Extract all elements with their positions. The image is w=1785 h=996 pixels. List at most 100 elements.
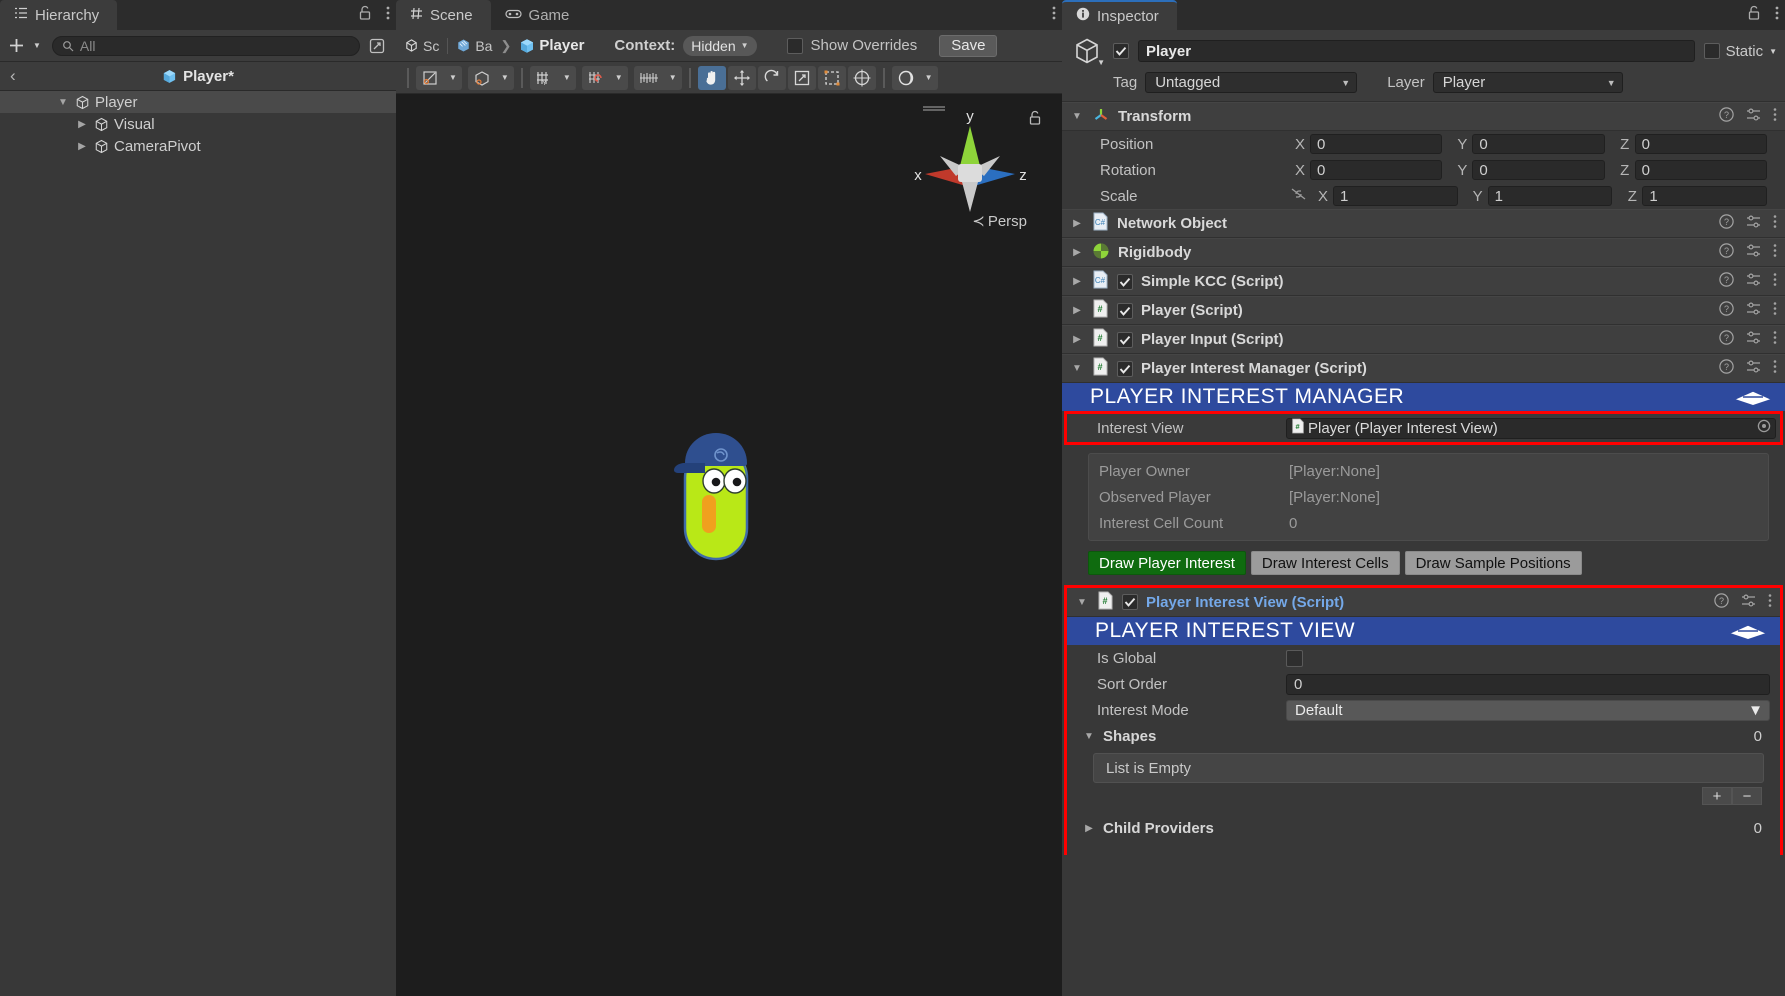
shading-mode-dropdown[interactable]: ▼ bbox=[416, 65, 462, 90]
component-header-network-object[interactable]: ▶ C# Network Object ? bbox=[1062, 209, 1785, 238]
transform-tool[interactable] bbox=[847, 65, 876, 90]
scene-orientation-gizmo[interactable]: y x z bbox=[910, 104, 1030, 224]
audio-toggle[interactable]: ▼ bbox=[581, 65, 628, 90]
chevron-down-icon[interactable]: ▼ bbox=[610, 73, 628, 82]
hand-tool[interactable] bbox=[697, 65, 726, 90]
draw-player-interest-button[interactable]: Draw Player Interest bbox=[1088, 551, 1246, 575]
child-providers-header[interactable]: ▶ Child Providers 0 bbox=[1067, 815, 1780, 841]
foldout-arrow-icon[interactable]: ▶ bbox=[1070, 247, 1084, 258]
foldout-arrow-icon[interactable]: ▼ bbox=[1070, 111, 1084, 122]
kebab-menu-icon[interactable] bbox=[1773, 214, 1777, 233]
gameobject-icon[interactable]: ▼ bbox=[1070, 36, 1105, 67]
draw-sample-positions-button[interactable]: Draw Sample Positions bbox=[1404, 551, 1582, 575]
kebab-menu-icon[interactable] bbox=[1052, 5, 1056, 25]
component-header-transform[interactable]: ▼ Transform ? bbox=[1062, 102, 1785, 131]
chevron-down-icon[interactable]: ▼ bbox=[920, 73, 938, 82]
tab-game[interactable]: Game bbox=[490, 0, 588, 30]
component-header-simple-kcc[interactable]: ▶ C# Simple KCC (Script) ? bbox=[1062, 267, 1785, 296]
tab-hierarchy[interactable]: Hierarchy bbox=[0, 0, 118, 30]
breadcrumb-scene[interactable]: Sc bbox=[404, 38, 439, 54]
component-header-player-interest-manager[interactable]: ▼ # Player Interest Manager (Script) ? bbox=[1062, 354, 1785, 383]
is-global-checkbox[interactable] bbox=[1286, 649, 1303, 667]
static-checkbox[interactable] bbox=[1703, 43, 1720, 59]
component-header-rigidbody[interactable]: ▶ Rigidbody ? bbox=[1062, 238, 1785, 267]
shading-mode-icon[interactable] bbox=[416, 66, 444, 90]
preset-icon[interactable] bbox=[1746, 214, 1761, 233]
foldout-arrow-icon[interactable]: ▶ bbox=[1070, 334, 1084, 345]
interest-view-object-field[interactable]: # Player (Player Interest View) bbox=[1286, 417, 1776, 439]
kebab-menu-icon[interactable] bbox=[1773, 107, 1777, 126]
gameobject-name-input[interactable]: Player bbox=[1138, 40, 1695, 62]
help-icon[interactable]: ? bbox=[1719, 243, 1734, 262]
scale-z-input[interactable]: 1 bbox=[1642, 186, 1768, 206]
chevron-down-icon[interactable]: ▼ bbox=[444, 73, 462, 82]
position-y-input[interactable]: 0 bbox=[1472, 134, 1605, 154]
gameobject-enabled-checkbox[interactable] bbox=[1113, 43, 1129, 59]
help-icon[interactable]: ? bbox=[1719, 214, 1734, 233]
tree-item-visual[interactable]: ▶ Visual bbox=[0, 113, 396, 135]
back-arrow-icon[interactable]: ‹ bbox=[10, 66, 16, 86]
shapes-list-header[interactable]: ▼ Shapes 0 bbox=[1067, 723, 1780, 749]
expand-arrow-icon[interactable]: ▶ bbox=[75, 119, 89, 130]
scale-x-input[interactable]: 1 bbox=[1333, 186, 1458, 206]
lock-icon[interactable] bbox=[1747, 5, 1761, 25]
preset-icon[interactable] bbox=[1746, 301, 1761, 320]
scene-viewport[interactable]: y x z ≺ Persp bbox=[396, 94, 1062, 996]
chevron-down-icon[interactable]: ▼ bbox=[496, 73, 514, 82]
rotation-z-input[interactable]: 0 bbox=[1634, 160, 1767, 180]
draw-interest-cells-button[interactable]: Draw Interest Cells bbox=[1250, 551, 1400, 575]
viewport-drag-handle[interactable] bbox=[922, 98, 945, 111]
tree-item-camerapivot[interactable]: ▶ CameraPivot bbox=[0, 135, 396, 157]
component-header-player-input[interactable]: ▶ # Player Input (Script) ? bbox=[1062, 325, 1785, 354]
scale-link-icon[interactable] bbox=[1290, 187, 1307, 205]
sphere-icon[interactable] bbox=[892, 66, 920, 90]
tree-item-player[interactable]: ▼ Player bbox=[0, 91, 396, 113]
component-enabled-checkbox[interactable] bbox=[1117, 273, 1133, 290]
tab-scene[interactable]: Scene bbox=[396, 0, 491, 30]
lighting-icon[interactable]: Y bbox=[530, 66, 558, 90]
kebab-menu-icon[interactable] bbox=[1773, 301, 1777, 320]
rotate-tool[interactable] bbox=[757, 65, 786, 90]
layer-dropdown[interactable]: Player ▼ bbox=[1432, 72, 1623, 93]
kebab-menu-icon[interactable] bbox=[386, 5, 390, 25]
breadcrumb-player[interactable]: Player bbox=[519, 37, 584, 54]
show-overrides-checkbox[interactable] bbox=[786, 37, 803, 54]
object-picker-icon[interactable] bbox=[1757, 419, 1771, 437]
foldout-arrow-icon[interactable]: ▼ bbox=[1070, 363, 1084, 374]
rotation-x-input[interactable]: 0 bbox=[1310, 160, 1443, 180]
foldout-arrow-icon[interactable]: ▼ bbox=[1075, 597, 1089, 608]
wireframe-icon[interactable] bbox=[468, 66, 496, 90]
scale-tool[interactable] bbox=[787, 65, 816, 90]
help-icon[interactable]: ? bbox=[1719, 330, 1734, 349]
preset-icon[interactable] bbox=[1746, 359, 1761, 378]
help-icon[interactable]: ? bbox=[1719, 107, 1734, 126]
component-enabled-checkbox[interactable] bbox=[1122, 594, 1138, 610]
lighting-toggle[interactable]: Y ▼ bbox=[529, 65, 576, 90]
foldout-arrow-icon[interactable]: ▼ bbox=[1081, 731, 1097, 742]
search-input[interactable]: All bbox=[51, 35, 360, 56]
component-header-player-script[interactable]: ▶ # Player (Script) ? bbox=[1062, 296, 1785, 325]
component-enabled-checkbox[interactable] bbox=[1117, 331, 1133, 348]
kebab-menu-icon[interactable] bbox=[1773, 330, 1777, 349]
kebab-menu-icon[interactable] bbox=[1773, 272, 1777, 291]
preset-icon[interactable] bbox=[1746, 272, 1761, 291]
chevron-down-icon[interactable]: ▼ bbox=[558, 73, 576, 82]
kebab-menu-icon[interactable] bbox=[1775, 5, 1779, 25]
create-object-button[interactable]: ▼ bbox=[8, 37, 46, 54]
preset-icon[interactable] bbox=[1746, 330, 1761, 349]
position-z-input[interactable]: 0 bbox=[1634, 134, 1767, 154]
kebab-menu-icon[interactable] bbox=[1773, 359, 1777, 378]
gizmo-visibility-dropdown[interactable]: ▼ bbox=[891, 65, 938, 90]
fx-dropdown[interactable]: ▼ bbox=[633, 65, 682, 90]
tag-dropdown[interactable]: Untagged ▼ bbox=[1145, 72, 1358, 93]
add-shape-button[interactable]: + bbox=[1702, 787, 1732, 805]
search-expand-button[interactable] bbox=[366, 35, 388, 57]
preset-icon[interactable] bbox=[1746, 107, 1761, 126]
move-tool[interactable] bbox=[727, 65, 756, 90]
rotation-y-input[interactable]: 0 bbox=[1472, 160, 1605, 180]
tab-inspector[interactable]: Inspector bbox=[1062, 0, 1177, 30]
help-icon[interactable]: ? bbox=[1714, 592, 1729, 612]
help-icon[interactable]: ? bbox=[1719, 272, 1734, 291]
position-x-input[interactable]: 0 bbox=[1310, 134, 1443, 154]
grid-icon[interactable] bbox=[634, 66, 664, 90]
